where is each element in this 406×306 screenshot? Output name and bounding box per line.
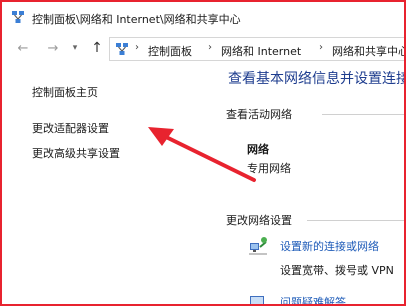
setup-new-connection-link[interactable]: 设置新的连接或网络 <box>280 238 379 254</box>
page-title: 查看基本网络信息并设置连接 <box>228 71 406 87</box>
sidebar-item-change-advanced-sharing[interactable]: 更改高级共享设置 <box>32 145 120 161</box>
arrow-up-icon: ↑ <box>91 40 103 56</box>
sidebar-item-control-panel-home[interactable]: 控制面板主页 <box>32 84 98 100</box>
window-title: 控制面板\网络和 Internet\网络和共享中心 <box>32 13 241 26</box>
divider <box>322 114 404 115</box>
network-type-link[interactable]: 专用网络 <box>247 160 291 176</box>
network-center-icon <box>12 11 24 23</box>
arrow-right-icon: → <box>47 40 59 56</box>
chevron-right-icon: › <box>135 42 139 53</box>
sidebar-item-change-adapter-settings[interactable]: 更改适配器设置 <box>32 120 109 136</box>
new-connection-icon <box>249 237 267 255</box>
forward-button[interactable]: → <box>44 39 62 57</box>
troubleshoot-link[interactable]: 问题疑难解答 <box>280 294 346 304</box>
network-center-icon <box>116 43 128 55</box>
main-pane: 查看基本网络信息并设置连接 查看活动网络 网络 专用网络 更改网络设置 设置新的… <box>212 64 406 304</box>
active-networks-heading: 查看活动网络 <box>226 108 292 121</box>
arrow-left-icon: ← <box>17 40 29 56</box>
recent-locations-button[interactable]: ▾ <box>70 39 80 57</box>
back-button[interactable]: ← <box>14 39 32 57</box>
left-pane: 控制面板主页 更改适配器设置 更改高级共享设置 <box>2 64 207 304</box>
breadcrumb-network-sharing-center[interactable]: 网络和共享中心 <box>332 43 404 59</box>
address-bar[interactable]: › 控制面板 › 网络和 Internet › 网络和共享中心 <box>109 37 404 61</box>
setup-new-connection-description: 设置宽带、拨号或 VPN <box>280 264 394 277</box>
change-settings-heading: 更改网络设置 <box>226 214 292 227</box>
network-name: 网络 <box>247 143 269 156</box>
troubleshoot-icon <box>250 296 264 304</box>
chevron-right-icon[interactable]: › <box>319 42 323 53</box>
up-button[interactable]: ↑ <box>88 39 106 57</box>
divider <box>307 220 404 221</box>
window-frame: 控制面板\网络和 Internet\网络和共享中心 ← → ▾ ↑ › 控制面板… <box>0 0 406 306</box>
title-bar: 控制面板\网络和 Internet\网络和共享中心 <box>2 2 404 34</box>
breadcrumb-control-panel[interactable]: 控制面板 <box>148 43 192 59</box>
chevron-right-icon[interactable]: › <box>208 42 212 53</box>
navigation-bar: ← → ▾ ↑ › 控制面板 › 网络和 Internet › 网络和共享中心 <box>2 35 404 63</box>
chevron-down-icon: ▾ <box>72 43 78 53</box>
breadcrumb-network-internet[interactable]: 网络和 Internet <box>221 43 301 59</box>
